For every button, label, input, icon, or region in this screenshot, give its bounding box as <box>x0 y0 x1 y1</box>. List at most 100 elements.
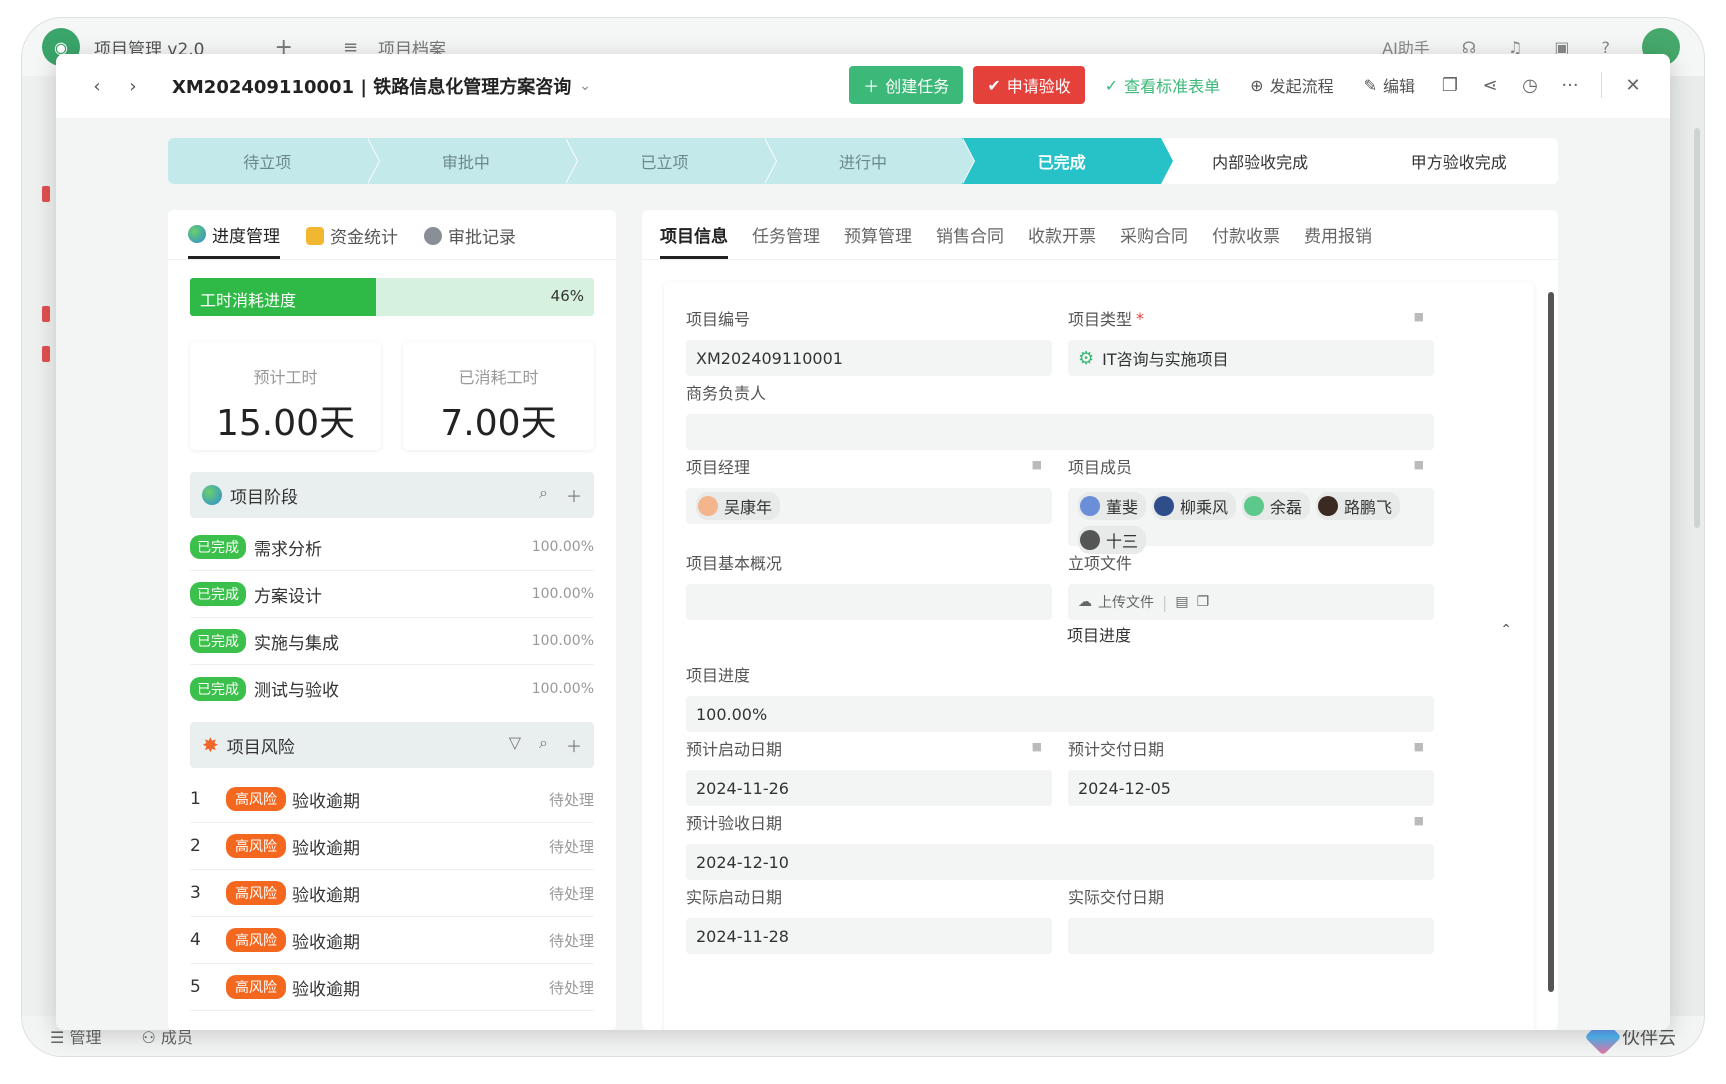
status-badge: 已完成 <box>190 676 246 701</box>
planned-delivery-field: 预计交付日期 ■ 2024-12-05 <box>1068 736 1434 806</box>
share-icon[interactable]: ⋖ <box>1475 75 1505 96</box>
tab-project-info[interactable]: 项目信息 <box>660 222 728 259</box>
step-pending[interactable]: 待立项 <box>168 138 367 184</box>
project-manager-input[interactable]: 吴康年 <box>686 488 1052 524</box>
risk-section-title: 项目风险 <box>226 737 295 758</box>
stage-row[interactable]: 已完成 实施与集成 100.00% <box>190 618 594 665</box>
upload-button[interactable]: ☁ 上传文件 <box>1078 592 1154 612</box>
scan-icon[interactable]: ▤ <box>1175 594 1188 610</box>
field-label: 预计验收日期 <box>686 814 783 833</box>
apply-acceptance-label: 申请验收 <box>1006 77 1071 96</box>
step-internal-accepted[interactable]: 内部验收完成 <box>1160 138 1360 184</box>
actual-start-input[interactable]: 2024-11-28 <box>686 918 1052 954</box>
history-icon[interactable]: ◷ <box>1515 75 1545 96</box>
project-type-select[interactable]: ⚙ IT咨询与实施项目 <box>1068 340 1434 376</box>
forward-icon[interactable]: › <box>118 71 148 101</box>
header-divider <box>1601 72 1602 98</box>
risk-badge: 高风险 <box>226 928 286 952</box>
user-chip[interactable]: 吴康年 <box>696 492 781 520</box>
planned-start-input[interactable]: 2024-11-26 <box>686 770 1052 806</box>
risk-number: 3 <box>190 883 201 903</box>
stage-row[interactable]: 已完成 需求分析 100.00% <box>190 524 594 571</box>
copy-icon[interactable]: ❐ <box>1435 75 1465 96</box>
apply-acceptance-button[interactable]: ✔ 申请验收 <box>973 66 1085 104</box>
stage-row[interactable]: 已完成 测试与验收 100.00% <box>190 665 594 712</box>
field-value: 2024-12-05 <box>1078 778 1171 798</box>
tab-progress-management[interactable]: 进度管理 <box>188 222 280 259</box>
risk-name: 验收逾期 <box>292 885 360 906</box>
chevron-down-icon[interactable]: ⌄ <box>579 78 591 94</box>
project-members-input[interactable]: 董斐 柳乘风 余磊 路鹏飞 十三 <box>1068 488 1434 554</box>
business-owner-input[interactable] <box>686 414 1434 450</box>
hours-progress-percent: 46% <box>550 287 584 305</box>
risk-row[interactable]: 5 高风险 验收逾期 待处理 <box>190 964 594 1011</box>
tab-task-management[interactable]: 任务管理 <box>752 222 820 259</box>
risk-row[interactable]: 2 高风险 验收逾期 待处理 <box>190 823 594 870</box>
search-icon[interactable]: ⌕ <box>539 733 548 757</box>
chevron-up-icon[interactable]: ⌃ <box>1500 622 1512 638</box>
tab-sales-contract[interactable]: 销售合同 <box>936 222 1004 259</box>
create-task-button[interactable]: ＋ 创建任务 <box>849 66 964 104</box>
check-circle-icon: ✔ <box>987 75 1001 95</box>
add-icon[interactable]: ＋ <box>566 483 582 507</box>
user-chip[interactable]: 余磊 <box>1242 492 1311 520</box>
search-icon[interactable]: ⌕ <box>539 483 548 507</box>
outer-scrollbar[interactable] <box>1694 128 1700 528</box>
user-chip[interactable]: 柳乘风 <box>1152 492 1237 520</box>
more-icon[interactable]: ··· <box>1555 75 1585 96</box>
step-completed[interactable]: 已完成 <box>962 138 1173 184</box>
tab-approval-records[interactable]: 审批记录 <box>424 222 516 259</box>
risk-status: 待处理 <box>548 790 594 809</box>
view-standard-form-button[interactable]: ✓ 查看标准表单 <box>1095 73 1230 97</box>
close-icon[interactable]: ✕ <box>1618 75 1648 96</box>
start-flow-button[interactable]: ⊕ 发起流程 <box>1240 73 1343 97</box>
risk-row[interactable]: 4 高风险 验收逾期 待处理 <box>190 917 594 964</box>
risk-name: 验收逾期 <box>292 791 360 812</box>
project-overview-input[interactable] <box>686 584 1052 620</box>
status-steps: 待立项 审批中 已立项 进行中 已完成 内部验收完成 甲方验收完成 <box>168 138 1558 184</box>
user-chip[interactable]: 路鹏飞 <box>1316 492 1401 520</box>
status-badge: 已完成 <box>190 629 246 653</box>
risk-row[interactable]: 1 高风险 验收逾期 待处理 <box>190 776 594 823</box>
avatar <box>1080 496 1100 516</box>
project-progress-input[interactable]: 100.00% <box>686 696 1434 732</box>
paste-icon[interactable]: ❐ <box>1197 594 1210 610</box>
field-label: 项目类型 * <box>1068 306 1434 330</box>
add-icon[interactable]: ＋ <box>566 733 582 757</box>
tab-receipt-invoice[interactable]: 收款开票 <box>1028 222 1096 259</box>
project-file-field: 立项文件 ☁ 上传文件 | ▤ ❐ <box>1068 550 1434 620</box>
user-name: 董斐 <box>1106 498 1139 517</box>
project-code-input[interactable]: XM202409110001 <box>686 340 1052 376</box>
pencil-icon: ✎ <box>1363 75 1377 95</box>
field-label: 商务负责人 <box>686 384 767 403</box>
tab-expense-reimbursement[interactable]: 费用报销 <box>1304 222 1372 259</box>
planned-delivery-input[interactable]: 2024-12-05 <box>1068 770 1434 806</box>
user-chip[interactable]: 董斐 <box>1078 492 1147 520</box>
tab-fund-statistics[interactable]: 资金统计 <box>306 222 398 259</box>
filter-icon[interactable]: ▽ <box>509 733 521 757</box>
tab-budget-management[interactable]: 预算管理 <box>844 222 912 259</box>
medal-icon <box>306 226 324 245</box>
tab-payment-invoice[interactable]: 付款收票 <box>1212 222 1280 259</box>
edit-button[interactable]: ✎ 编辑 <box>1354 73 1425 97</box>
actual-delivery-input[interactable] <box>1068 918 1434 954</box>
modal-header: ‹ › XM202409110001 | 铁路信息化管理方案咨询 ⌄ ＋ 创建任… <box>56 54 1670 118</box>
risk-section-header: ✸ 项目风险 ▽ ⌕ ＋ <box>190 722 594 768</box>
left-tabs: 进度管理 资金统计 审批记录 <box>168 210 616 260</box>
planned-acceptance-input[interactable]: 2024-12-10 <box>686 844 1434 880</box>
planned-acceptance-field: 预计验收日期 ■ 2024-12-10 <box>686 810 1434 880</box>
step-reviewing[interactable]: 审批中 <box>366 138 566 184</box>
risk-name: 验收逾期 <box>292 932 360 953</box>
stage-percent: 100.00% <box>531 586 594 602</box>
stage-row[interactable]: 已完成 方案设计 100.00% <box>190 571 594 618</box>
step-in-progress[interactable]: 进行中 <box>763 138 963 184</box>
robot-icon <box>424 226 442 245</box>
step-client-accepted[interactable]: 甲方验收完成 <box>1359 138 1558 184</box>
step-approved[interactable]: 已立项 <box>565 138 764 184</box>
back-icon[interactable]: ‹ <box>82 71 112 101</box>
form-scrollbar[interactable] <box>1548 292 1554 992</box>
risk-row[interactable]: 3 高风险 验收逾期 待处理 <box>190 870 594 917</box>
stage-section-header: 项目阶段 ⌕ ＋ <box>190 472 594 518</box>
tab-purchase-contract[interactable]: 采购合同 <box>1120 222 1188 259</box>
stage-tools: ⌕ ＋ <box>539 483 582 507</box>
